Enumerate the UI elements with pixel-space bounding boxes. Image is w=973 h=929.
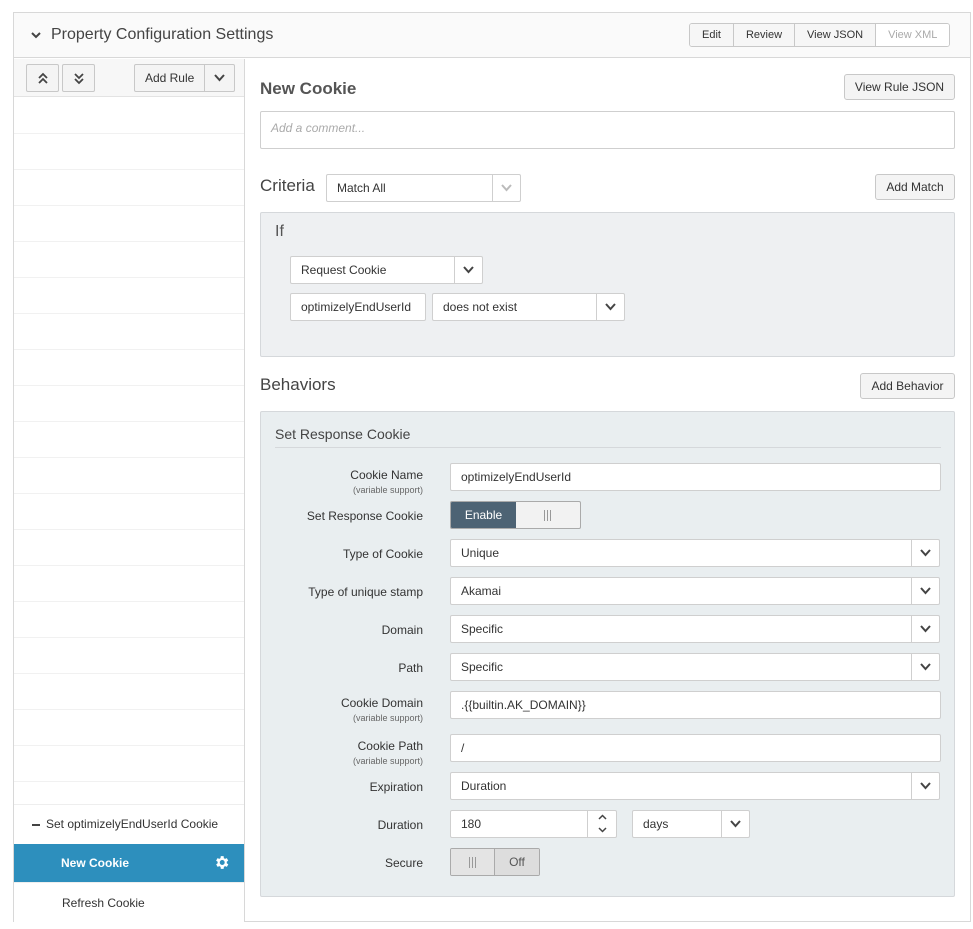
sidebar-item-label: Refresh Cookie [62, 896, 145, 910]
type-of-cookie-label: Type of Cookie [342, 547, 423, 561]
sidebar-item-label: Set optimizelyEndUserId Cookie [46, 817, 219, 831]
sidebar-item-refresh-cookie[interactable]: Refresh Cookie [14, 882, 244, 922]
cookie-path-label: Cookie Path (variable support) [352, 739, 423, 766]
duration-number-input[interactable]: 180 [450, 810, 617, 838]
set-response-cookie-toggle[interactable]: Enable [450, 501, 581, 529]
expiration-label: Expiration [369, 780, 423, 794]
toggle-enable-label: Enable [451, 502, 516, 528]
cookie-name-label: Cookie Name (variable support) [350, 468, 423, 495]
sidebar-item-parent-rule[interactable]: Set optimizelyEndUserId Cookie [14, 804, 244, 844]
toggle-knob [451, 849, 495, 875]
double-chevron-down-icon [74, 73, 84, 85]
rule-list-empty-area [14, 98, 244, 804]
match-mode-select[interactable]: Match All [326, 174, 521, 202]
review-button[interactable]: Review [733, 24, 796, 46]
cookie-domain-label: Cookie Domain (variable support) [340, 696, 423, 723]
toggle-knob [516, 502, 580, 528]
view-json-button[interactable]: View JSON [795, 24, 877, 46]
increment-icon[interactable] [598, 814, 607, 820]
edit-button[interactable]: Edit [690, 24, 734, 46]
chevron-down-icon [596, 294, 624, 320]
toggle-off-label: Off [495, 849, 539, 875]
sidebar-item-label: New Cookie [61, 856, 130, 870]
match-mode-value: Match All [337, 181, 386, 195]
path-value: Specific [461, 660, 504, 674]
sidebar-item-new-cookie[interactable]: New Cookie [14, 844, 244, 882]
chevron-down-icon [911, 616, 939, 642]
property-config-panel: Property Configuration Settings Edit Rev… [13, 12, 971, 922]
add-behavior-button[interactable]: Add Behavior [860, 373, 955, 399]
condition-type-select[interactable]: Request Cookie [290, 256, 483, 284]
collapse-icon[interactable] [32, 823, 40, 826]
expiration-select[interactable]: Duration [450, 772, 940, 800]
add-rule-dropdown[interactable] [205, 65, 234, 91]
operator-select[interactable]: does not exist [432, 293, 625, 321]
behavior-set-response-cookie: Set Response Cookie Cookie Name (variable… [260, 411, 955, 897]
cookie-name-field[interactable]: optimizelyEndUserId [450, 463, 941, 491]
expand-all-button[interactable] [26, 64, 59, 92]
if-label: If [275, 223, 284, 240]
view-mode-buttons: Edit Review View JSON View XML [689, 23, 951, 47]
collapse-all-button[interactable] [62, 64, 95, 92]
duration-label: Duration [377, 818, 423, 832]
duration-unit-value: days [643, 817, 669, 831]
path-select[interactable]: Specific [450, 653, 940, 681]
behaviors-title: Behaviors [260, 375, 336, 394]
chevron-down-icon [911, 540, 939, 566]
domain-value: Specific [461, 622, 504, 636]
double-chevron-up-icon [38, 72, 48, 84]
chevron-down-icon [214, 74, 226, 82]
chevron-down-icon [911, 773, 939, 799]
cookie-name-input[interactable]: optimizelyEndUserId [290, 293, 426, 321]
cookie-domain-field[interactable]: .{{builtin.AK_DOMAIN}} [450, 691, 941, 719]
duration-value: 180 [461, 817, 482, 831]
chevron-down-icon[interactable] [30, 29, 42, 41]
operator-value: does not exist [443, 300, 518, 314]
unique-stamp-select[interactable]: Akamai [450, 577, 940, 605]
chevron-down-icon [492, 175, 520, 201]
domain-label: Domain [381, 623, 423, 637]
condition-type-value: Request Cookie [301, 263, 387, 277]
chevron-down-icon [911, 578, 939, 604]
rule-tree-sidebar: Add Rule Set optimizelyEndUserId Cookie … [14, 59, 245, 922]
domain-select[interactable]: Specific [450, 615, 940, 643]
path-label: Path [398, 661, 423, 675]
gear-icon[interactable] [213, 854, 230, 871]
unique-stamp-value: Akamai [461, 584, 502, 598]
duration-unit-select[interactable]: days [632, 810, 750, 838]
set-response-cookie-label: Set Response Cookie [306, 509, 423, 523]
rule-title: New Cookie [260, 79, 357, 98]
type-of-cookie-select[interactable]: Unique [450, 539, 940, 567]
comment-textarea[interactable]: Add a comment... [260, 111, 955, 149]
chevron-down-icon [911, 654, 939, 680]
decrement-icon[interactable] [598, 827, 607, 833]
rule-editor: New Cookie View Rule JSON Add a comment.… [260, 59, 970, 922]
secure-label: Secure [384, 856, 423, 870]
sidebar-toolbar: Add Rule [14, 59, 244, 97]
unique-stamp-label: Type of unique stamp [308, 585, 423, 599]
add-match-button[interactable]: Add Match [875, 174, 955, 200]
add-rule-split-button: Add Rule [134, 64, 235, 92]
behavior-name: Set Response Cookie [275, 426, 941, 448]
chevron-down-icon [721, 811, 749, 837]
add-rule-button[interactable]: Add Rule [135, 65, 206, 91]
cookie-path-field[interactable]: / [450, 734, 941, 762]
type-of-cookie-value: Unique [461, 546, 500, 560]
secure-toggle[interactable]: Off [450, 848, 540, 876]
view-xml-button[interactable]: View XML [876, 24, 950, 46]
expiration-value: Duration [461, 779, 507, 793]
chevron-down-icon [454, 257, 482, 283]
duration-stepper[interactable] [587, 811, 616, 837]
panel-header: Property Configuration Settings Edit Rev… [14, 13, 970, 58]
criteria-title: Criteria [260, 176, 315, 195]
panel-title: Property Configuration Settings [51, 26, 274, 43]
criteria-if-box: If Request Cookie optimizelyEndUserId do… [260, 212, 955, 357]
view-rule-json-button[interactable]: View Rule JSON [844, 74, 955, 100]
